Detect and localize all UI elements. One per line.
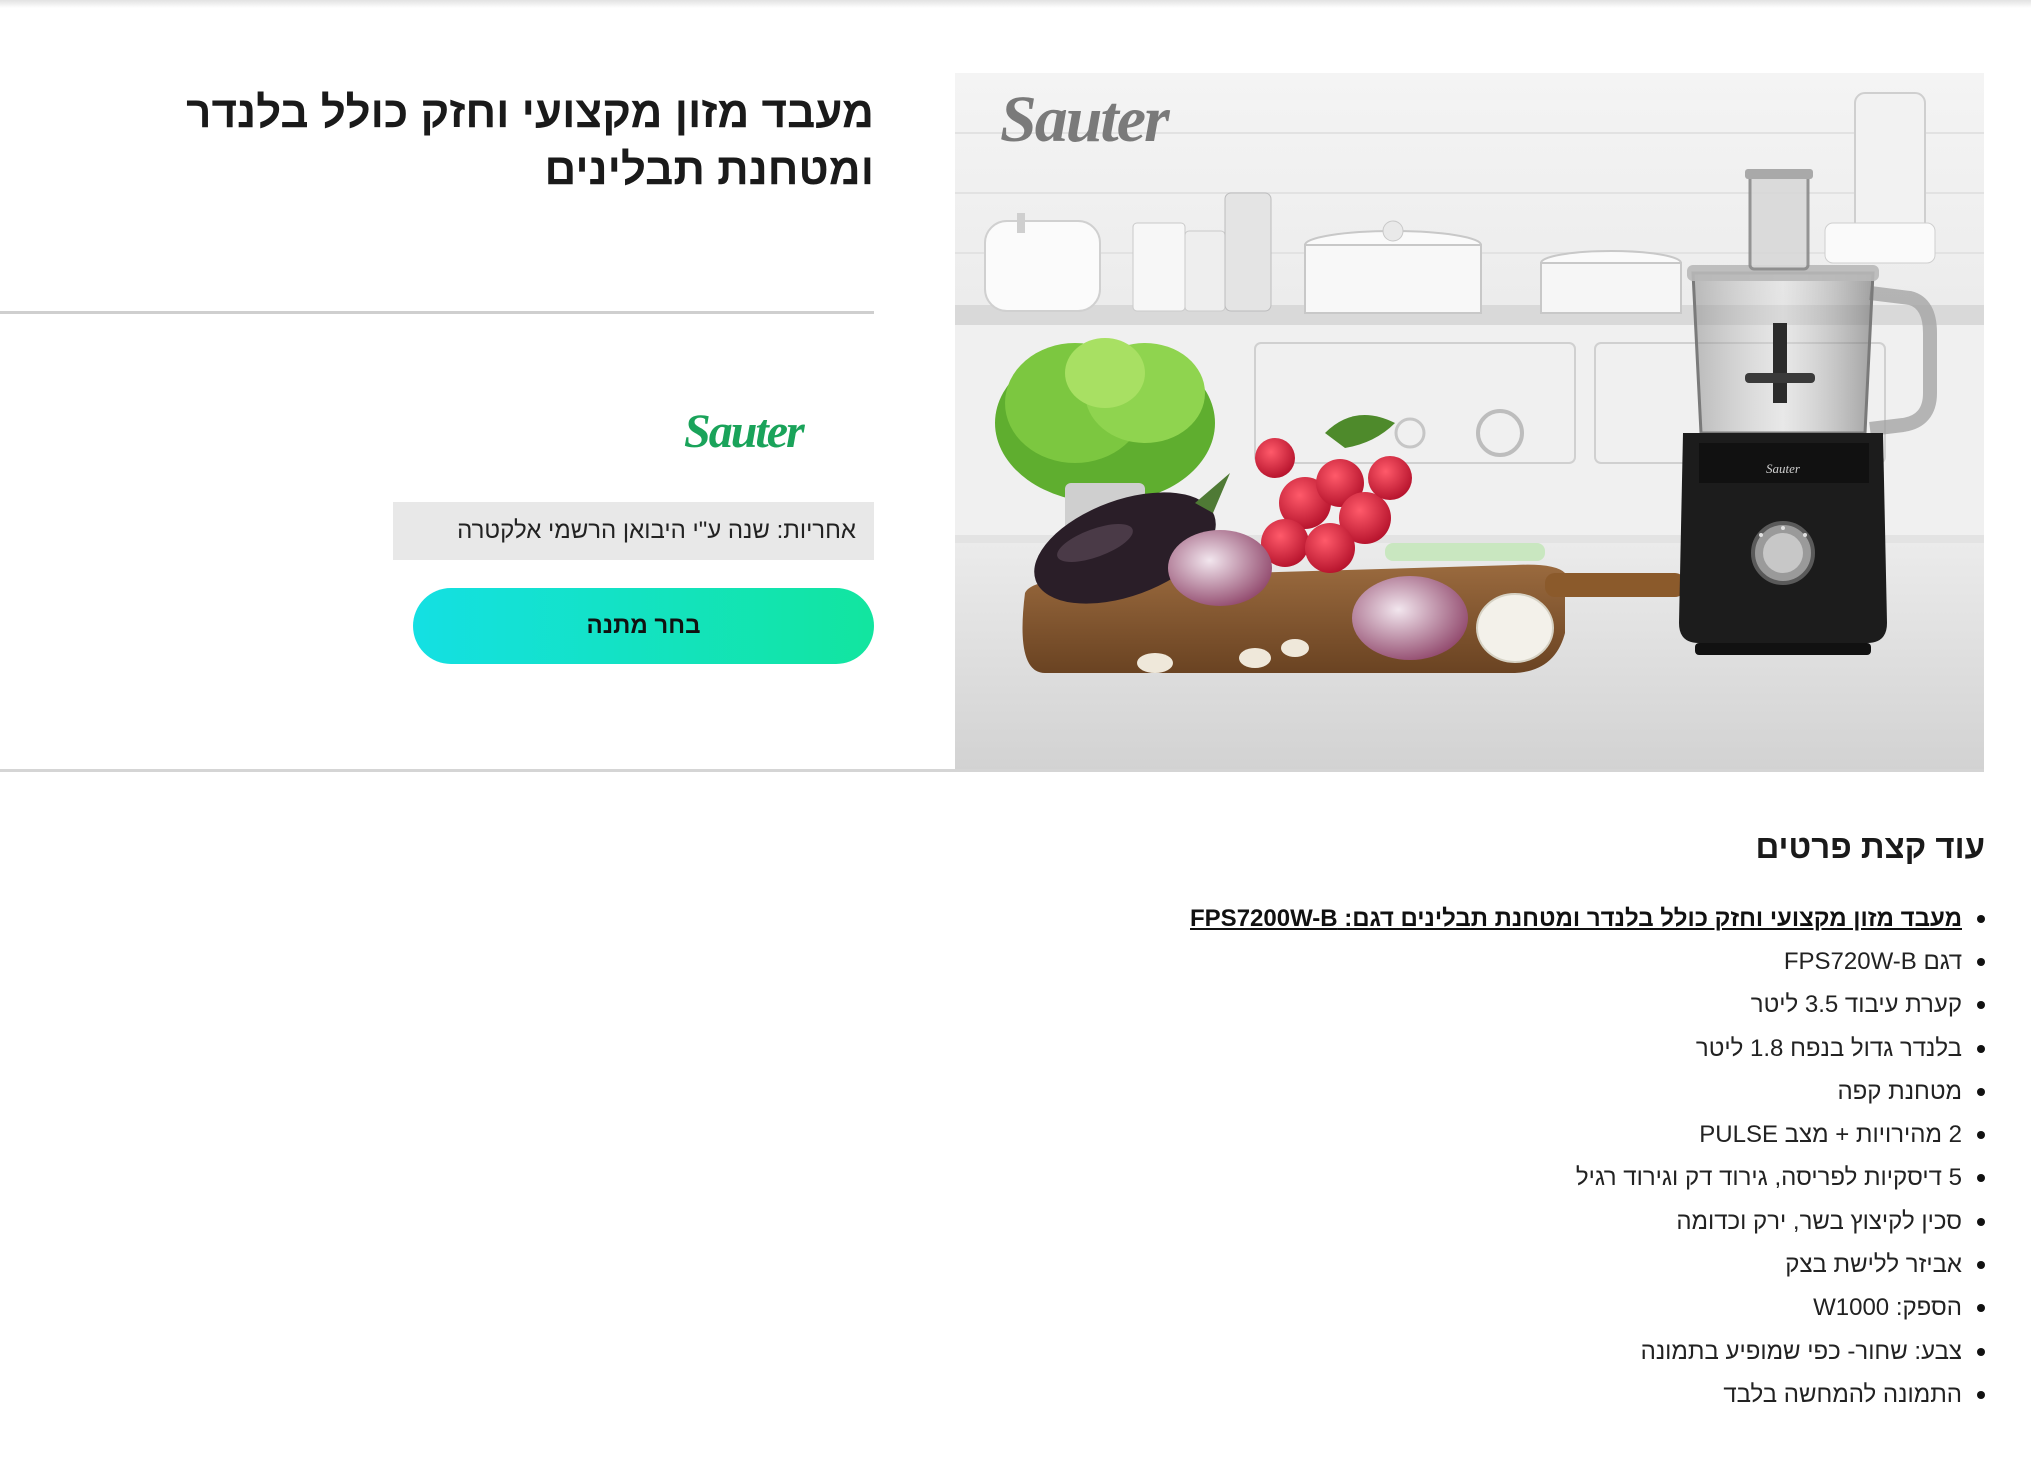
list-item: הספק: W1000 [735, 1287, 1985, 1330]
bullet-icon [1977, 1304, 1985, 1313]
details-heading: עוד קצת פרטים [1755, 828, 1985, 865]
list-item: התמונה להמחשה בלבד [735, 1373, 1985, 1416]
product-model-link[interactable]: מעבד מזון מקצועי וחזק כולל בלנדר ומטחנת … [1190, 905, 1962, 933]
feature-text: הספק: W1000 [1813, 1294, 1962, 1322]
list-item: מטחנת קפה [735, 1070, 1985, 1113]
product-title: מעבד מזון מקצועי וחזק כולל בלנדר ומטחנת … [186, 88, 874, 194]
list-item: צבע: שחור- כפי שמופיע בתמונה [735, 1330, 1985, 1373]
bullet-icon [1977, 1001, 1985, 1010]
features-list: מעבד מזון מקצועי וחזק כולל בלנדר ומטחנת … [735, 897, 1985, 1417]
feature-text: סכין לקיצוץ בשר, ירק וכדומה [1676, 1207, 1962, 1235]
feature-text: התמונה להמחשה בלבד [1723, 1380, 1962, 1408]
bullet-icon [1977, 1174, 1985, 1183]
list-item: מעבד מזון מקצועי וחזק כולל בלנדר ומטחנת … [735, 897, 1985, 940]
choose-gift-button[interactable]: בחר מתנה [413, 588, 874, 664]
bullet-icon [1977, 914, 1985, 923]
bullet-icon [1977, 957, 1985, 966]
list-item: בלנדר גדול בנפח 1.8 ליטר [735, 1027, 1985, 1070]
feature-text: 5 דיסקיות לפריסה, גירוד דק וגירוד רגיל [1575, 1164, 1962, 1192]
feature-text: מטחנת קפה [1837, 1077, 1962, 1105]
list-item: סכין לקיצוץ בשר, ירק וכדומה [735, 1200, 1985, 1243]
bullet-icon [1977, 1087, 1985, 1096]
feature-text: 2 מהירויות + מצב PULSE [1699, 1121, 1962, 1149]
feature-text: קערת עיבוד 3.5 ליטר [1750, 991, 1962, 1019]
list-item: אביזר ללישת בצק [735, 1243, 1985, 1286]
svg-text:Sauter: Sauter [1766, 461, 1801, 476]
bullet-icon [1977, 1131, 1985, 1140]
brand-logo: Sauter [672, 396, 847, 466]
list-item: 2 מהירויות + מצב PULSE [735, 1113, 1985, 1156]
bullet-icon [1977, 1390, 1985, 1399]
feature-text: דגם FPS720W-B [1783, 947, 1962, 975]
bullet-icon [1977, 1347, 1985, 1356]
section-divider [0, 769, 1984, 772]
divider [0, 311, 874, 314]
top-shadow-bar [0, 0, 2031, 8]
feature-text: אביזר ללישת בצק [1785, 1251, 1962, 1279]
list-item: 5 דיסקיות לפריסה, גירוד דק וגירוד רגיל [735, 1157, 1985, 1200]
feature-text: בלנדר גדול בנפח 1.8 ליטר [1695, 1034, 1962, 1062]
product-hero-image: Sauter Sauter [955, 73, 1984, 772]
bullet-icon [1977, 1044, 1985, 1053]
svg-text:Sauter: Sauter [1000, 83, 1171, 156]
bullet-icon [1977, 1217, 1985, 1226]
list-item: דגם FPS720W-B [735, 940, 1985, 983]
feature-text: צבע: שחור- כפי שמופיע בתמונה [1640, 1337, 1962, 1365]
brand-logo-text: Sauter [684, 405, 806, 458]
warranty-badge: אחריות: שנה ע"י היבואן הרשמי אלקטרה [393, 502, 874, 560]
list-item: קערת עיבוד 3.5 ליטר [735, 984, 1985, 1027]
bullet-icon [1977, 1261, 1985, 1270]
